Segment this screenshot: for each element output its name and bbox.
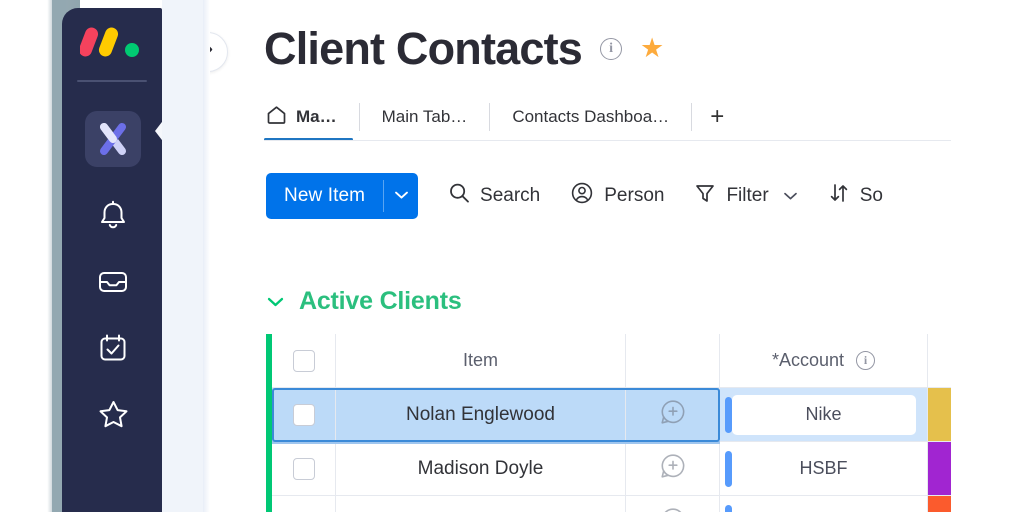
table-row[interactable]: Madison Doyle HSBF [266,442,951,496]
group-header: Active Clients [266,287,462,316]
tab-label: Ma… [296,107,337,126]
select-all-checkbox-cell[interactable] [272,334,336,388]
monday-logo[interactable] [78,24,144,58]
row-checkbox[interactable] [292,403,315,426]
row-account-cell[interactable]: Nike [720,388,928,442]
row-account-cell[interactable] [720,496,928,512]
sidebar-item-inbox[interactable] [85,254,141,310]
sort-arrows-icon [828,182,850,210]
row-checkbox-cell[interactable] [272,442,336,496]
column-header-account[interactable]: *Account i [720,334,928,388]
row-account-cell[interactable]: HSBF [720,442,928,496]
person-label: Person [604,185,665,206]
board-toolbar: New Item Search Person Filter So [266,173,883,219]
add-tab-button[interactable]: + [692,93,742,141]
info-icon[interactable]: i [600,37,623,60]
table-row[interactable]: Nolan Englewood Nike [266,388,951,444]
left-rail [62,8,162,512]
tab-label: Main Tab… [381,107,468,126]
sidebar-item-my-work[interactable] [85,320,141,376]
search-button[interactable]: Search [448,182,540,210]
row-checkbox-cell[interactable] [272,496,336,512]
board-content: Client Contacts i ★ Ma… Main Tab… Contac… [210,0,951,512]
chevron-down-icon[interactable] [783,185,798,207]
search-icon [448,182,470,210]
new-item-dropdown[interactable] [384,173,418,219]
row-item-name[interactable] [336,496,626,512]
row-status-cell[interactable] [928,388,951,442]
chevron-right-icon [210,42,215,62]
star-outline-icon [98,399,129,429]
app-screenshot: Client Contacts i ★ Ma… Main Tab… Contac… [0,0,1024,512]
rail-divider [77,80,147,82]
info-icon[interactable]: i [856,351,876,370]
column-header-account-label: *Account [771,350,845,370]
board-tabs: Ma… Main Tab… Contacts Dashboa… + [264,93,742,141]
row-account-value: Nike [805,404,842,424]
sidebar-item-notifications[interactable] [85,188,141,244]
filter-funnel-icon [694,182,716,210]
chat-add-icon [659,452,687,485]
column-header-item[interactable]: Item [336,334,626,388]
row-status-cell[interactable] [928,496,951,512]
sort-label: So [859,185,883,206]
new-item-button[interactable]: New Item [266,173,419,219]
chat-add-icon [659,398,687,431]
tab-label: Contacts Dashboa… [512,107,670,126]
row-checkbox[interactable] [292,457,315,480]
connect-board-bar [725,505,732,512]
table-header-row: Item *Account i [266,334,951,388]
filter-button[interactable]: Filter [694,182,797,210]
page-title-row: Client Contacts i ★ [264,26,664,71]
tab-main-table[interactable]: Ma… [264,93,359,141]
search-label: Search [480,185,541,206]
column-header-chat [626,334,720,388]
row-item-name[interactable]: Madison Doyle [336,442,626,496]
new-item-label: New Item [284,185,366,206]
row-status-cell[interactable] [928,442,951,496]
row-selection-edge [272,441,720,444]
sort-button[interactable]: So [828,182,883,210]
row-updates-cell[interactable] [626,496,720,512]
tabs-underline [264,140,951,141]
tab-contacts-dashboard[interactable]: Contacts Dashboa… [490,93,691,141]
group-title[interactable]: Active Clients [299,287,462,316]
column-header-status[interactable] [928,334,951,388]
row-checkbox-cell[interactable] [272,388,336,442]
table-row[interactable] [266,496,951,512]
home-icon [266,105,287,130]
board-table: Item *Account i Nolan Englewood Nike Mad… [266,334,951,512]
sidebar-item-favorites[interactable] [85,386,141,442]
row-updates-cell[interactable] [626,388,720,442]
star-filled-icon[interactable]: ★ [640,35,664,62]
chevron-down-icon[interactable] [266,296,285,308]
filter-label: Filter [726,185,769,206]
person-circle-icon [570,181,594,211]
row-item-name[interactable]: Nolan Englewood [336,388,626,442]
person-filter-button[interactable]: Person [570,181,664,211]
row-updates-cell[interactable] [626,442,720,496]
bell-icon [98,200,128,232]
connect-board-bar [725,397,732,433]
calendar-check-icon [98,333,128,363]
page-title: Client Contacts [264,23,583,74]
chevron-down-icon [394,187,409,205]
chat-add-icon [659,506,687,512]
connect-board-bar [725,451,732,487]
workspace-icon[interactable] [85,111,141,167]
select-all-checkbox[interactable] [292,349,315,372]
inbox-icon [97,268,129,296]
expand-sidebar-button[interactable] [210,32,228,72]
sidebar-gutter-edge [203,0,210,512]
row-account-value: HSBF [799,458,848,478]
tab-main-table-2[interactable]: Main Tab… [360,93,490,141]
